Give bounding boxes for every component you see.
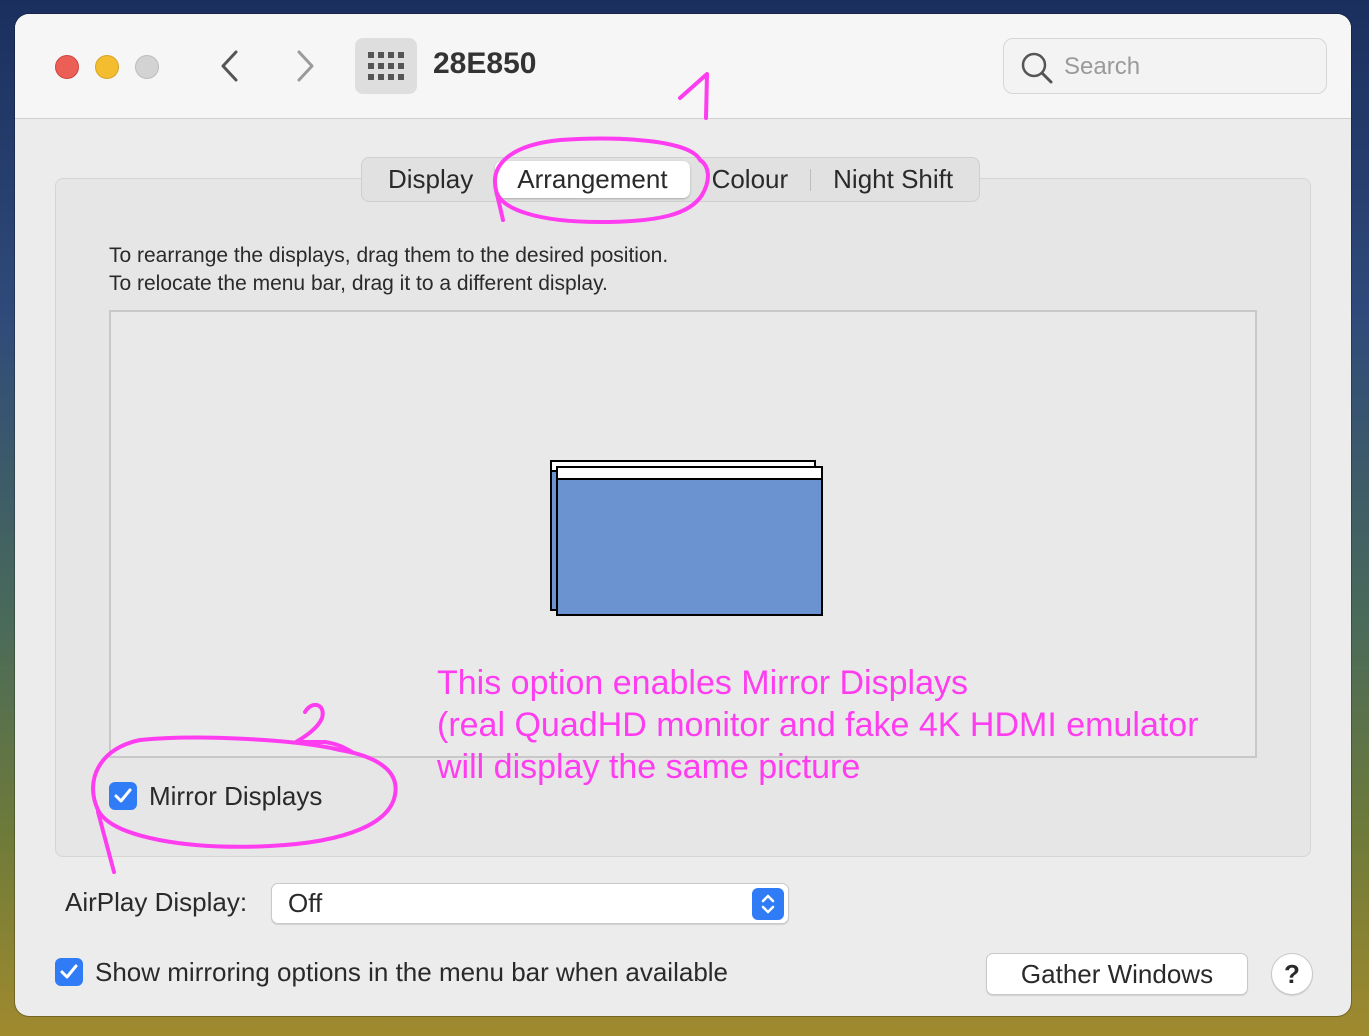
chevron-left-icon bbox=[221, 50, 238, 82]
annotation-text-line-2: (real QuadHD monitor and fake 4K HDMI em… bbox=[437, 706, 1199, 744]
menu-bar-indicator[interactable] bbox=[558, 468, 821, 480]
tab-night-shift[interactable]: Night Shift bbox=[811, 161, 975, 198]
minimize-window-button[interactable] bbox=[95, 55, 119, 79]
forward-button[interactable] bbox=[285, 46, 325, 86]
help-button[interactable]: ? bbox=[1271, 953, 1313, 995]
show-mirroring-options-checkbox[interactable] bbox=[55, 958, 83, 986]
window-title: 28E850 bbox=[433, 47, 537, 80]
search-field[interactable] bbox=[1003, 38, 1327, 94]
search-icon bbox=[1020, 51, 1054, 85]
arrangement-instruction-1: To rearrange the displays, drag them to … bbox=[109, 244, 669, 267]
tab-display[interactable]: Display bbox=[366, 161, 495, 198]
search-input[interactable] bbox=[1064, 51, 1314, 83]
arrangement-instruction-2: To relocate the menu bar, drag it to a d… bbox=[109, 272, 608, 295]
title-bar: 28E850 bbox=[15, 14, 1351, 119]
airplay-display-value: Off bbox=[288, 888, 323, 918]
mirror-displays-checkbox[interactable] bbox=[109, 782, 137, 810]
annotation-text-line-3: will display the same picture bbox=[437, 748, 861, 786]
chevron-right-icon bbox=[297, 50, 314, 82]
close-window-button[interactable] bbox=[55, 55, 79, 79]
system-preferences-window: 28E850 Display Arrangement Colour Night … bbox=[15, 14, 1351, 1016]
show-all-button[interactable] bbox=[355, 38, 417, 94]
mirror-displays-label[interactable]: Mirror Displays bbox=[149, 781, 322, 812]
zoom-window-button[interactable] bbox=[135, 55, 159, 79]
up-down-chevron-icon bbox=[752, 888, 784, 920]
checkmark-icon bbox=[60, 964, 78, 979]
gather-windows-button[interactable]: Gather Windows bbox=[986, 953, 1248, 995]
annotation-text-line-1: This option enables Mirror Displays bbox=[437, 664, 968, 702]
tab-arrangement[interactable]: Arrangement bbox=[495, 161, 690, 198]
show-mirroring-options-label[interactable]: Show mirroring options in the menu bar w… bbox=[95, 957, 728, 988]
tab-colour[interactable]: Colour bbox=[690, 161, 811, 198]
tab-bar: Display Arrangement Colour Night Shift bbox=[361, 157, 981, 202]
main-display-thumbnail[interactable] bbox=[556, 466, 823, 616]
grid-icon bbox=[368, 52, 404, 80]
checkmark-icon bbox=[114, 788, 132, 803]
airplay-display-label: AirPlay Display: bbox=[65, 887, 248, 917]
airplay-display-select[interactable]: Off bbox=[271, 883, 789, 924]
back-button[interactable] bbox=[210, 46, 250, 86]
